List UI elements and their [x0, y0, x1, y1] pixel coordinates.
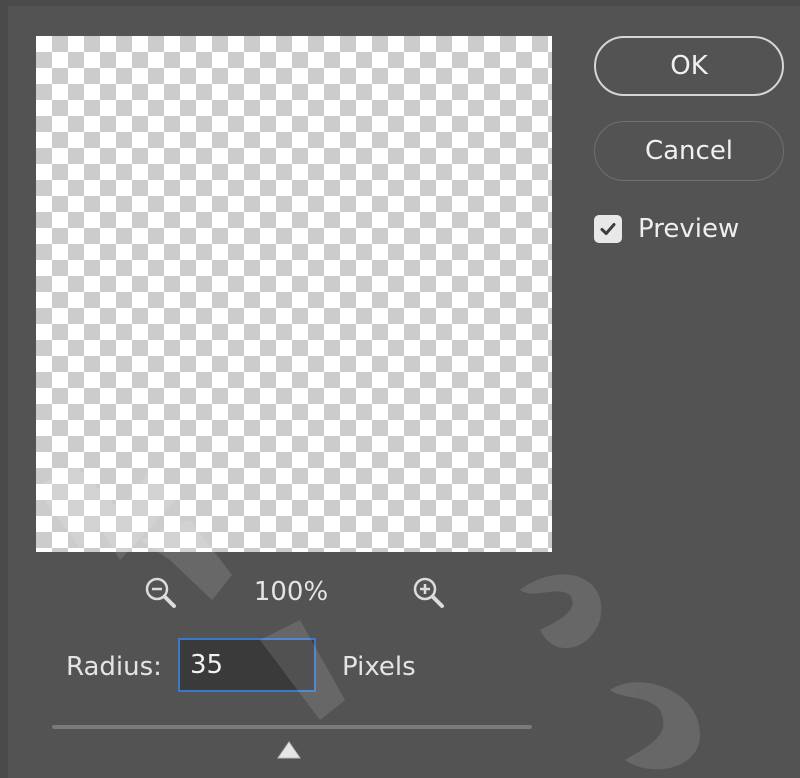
- filter-preview-canvas[interactable]: [36, 36, 552, 552]
- zoom-level-readout: 100%: [253, 577, 329, 607]
- radius-input[interactable]: [178, 638, 316, 692]
- radius-label: Radius:: [66, 652, 162, 682]
- zoom-out-icon[interactable]: [142, 574, 182, 614]
- preview-checkbox[interactable]: [594, 215, 622, 243]
- slider-thumb-icon[interactable]: [276, 740, 302, 760]
- cancel-button[interactable]: Cancel: [594, 121, 784, 181]
- radius-slider-track[interactable]: [52, 725, 532, 729]
- preview-checkbox-row[interactable]: Preview: [594, 214, 739, 244]
- ok-button[interactable]: OK: [594, 36, 784, 96]
- preview-label: Preview: [638, 214, 740, 244]
- filter-dialog: OK Cancel Preview 100% Radius: Pixels: [0, 0, 800, 778]
- checkmark-icon: [600, 223, 616, 235]
- dialog-top-edge: [0, 0, 800, 6]
- dialog-left-edge: [0, 0, 8, 778]
- units-label: Pixels: [342, 652, 416, 682]
- zoom-in-icon[interactable]: [410, 574, 450, 614]
